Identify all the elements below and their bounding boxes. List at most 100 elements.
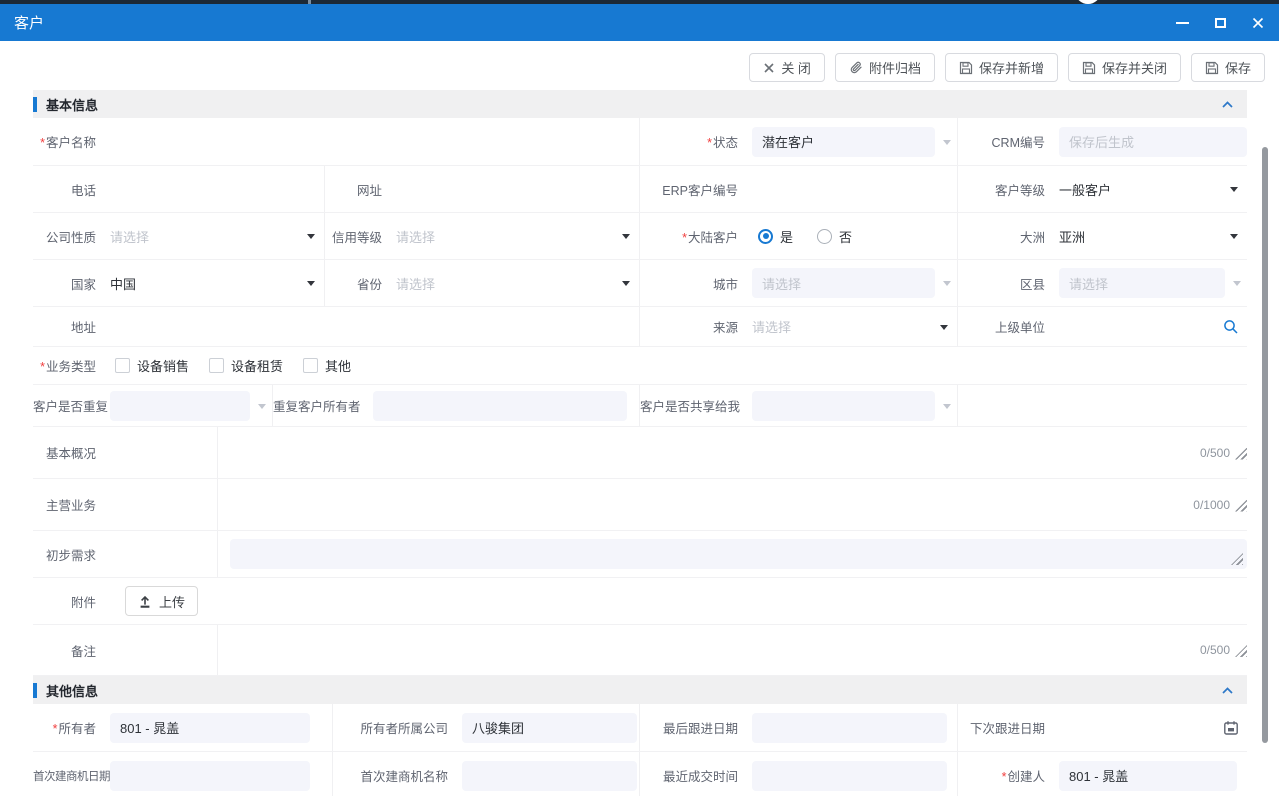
calendar-icon[interactable] [1223,720,1239,736]
continent-select[interactable]: 亚洲 [1052,213,1247,259]
owner-label: 所有者 [33,718,103,737]
checkbox-icon [209,358,224,373]
last-follow-date-input[interactable] [745,704,958,751]
mainland-radio-group: 是 否 [745,213,958,259]
remark-textarea[interactable]: 0/500 [218,625,1247,675]
country-select[interactable]: 中国 [103,260,325,306]
initial-need-label: 初步需求 [33,545,103,564]
first-opportunity-date-label: 首次建商机日期 [33,768,103,784]
parent-unit-lookup[interactable] [1052,307,1247,346]
district-placeholder: 请选择 [1069,274,1108,293]
basic-overview-textarea[interactable]: 0/500 [218,427,1247,478]
field-row: 首次建商机日期 首次建商机名称 最近成交时间 创建人 801 - 晁盖 [33,752,1247,796]
city-label: 城市 [640,274,745,293]
city-select[interactable]: 请选择 [745,260,958,306]
chevron-down-icon [307,281,315,290]
minimize-icon[interactable] [1175,16,1189,30]
phone-label: 电话 [33,180,103,199]
section-other-info: 其他信息 [33,676,1247,704]
action-toolbar: 关 闭 附件归档 保存并新增 保存并关闭 保存 [0,53,1265,82]
main-business-textarea[interactable]: 0/1000 [218,479,1247,530]
window-controls [1175,16,1265,30]
duplicate-owner-input[interactable] [366,385,640,426]
district-select[interactable]: 请选择 [1052,260,1247,306]
field-row: 国家 中国 省份 请选择 城市 请选择 区县 请选择 [33,260,1247,307]
save-icon [1082,61,1096,75]
owner-company-input[interactable]: 八骏集团 [455,704,640,751]
credit-level-placeholder: 请选择 [396,227,435,246]
credit-level-select[interactable]: 请选择 [389,213,640,259]
section-basic-title: 基本信息 [46,95,98,114]
chevron-down-icon [940,325,948,334]
creator-input[interactable]: 801 - 晁盖 [1052,752,1247,796]
first-opportunity-name-input[interactable] [455,752,640,796]
save-close-button-label: 保存并关闭 [1102,58,1167,77]
crm-number-input[interactable]: 保存后生成 [1052,118,1247,165]
chevron-down-icon [1230,234,1238,243]
collapse-chevron-up-icon[interactable] [1221,98,1234,116]
radio-unselected-icon [817,229,832,244]
resize-handle-icon[interactable] [1235,447,1247,459]
radio-yes[interactable]: 是 [758,227,793,246]
resize-handle-icon[interactable] [1235,499,1247,511]
chevron-down-icon [307,234,315,243]
archive-attachment-button[interactable]: 附件归档 [835,53,935,82]
window-title: 客户 [14,12,44,33]
resize-handle-icon[interactable] [1231,553,1243,565]
district-label: 区县 [958,274,1052,293]
city-placeholder: 请选择 [762,274,801,293]
website-input[interactable] [389,166,640,212]
section-accent-bar [33,683,37,698]
erp-number-label: ERP客户编号 [640,180,745,199]
province-select[interactable]: 请选择 [389,260,640,306]
radio-no[interactable]: 否 [817,227,852,246]
customer-level-value: 一般客户 [1059,180,1111,199]
customer-name-input[interactable] [103,118,640,165]
company-nature-select[interactable]: 请选择 [103,213,325,259]
next-follow-date-picker[interactable] [1052,704,1247,751]
phone-input[interactable] [103,166,325,212]
continent-label: 大洲 [958,227,1052,246]
crm-number-label: CRM编号 [958,132,1052,151]
last-deal-time-input[interactable] [745,752,958,796]
checkbox-equipment-rental[interactable]: 设备租赁 [209,356,283,375]
first-opportunity-date-input[interactable] [103,752,333,796]
field-row: 电话 网址 ERP客户编号 客户等级 一般客户 [33,166,1247,213]
country-value: 中国 [110,274,136,293]
address-input[interactable] [103,307,640,346]
upload-button[interactable]: 上传 [125,586,198,616]
customer-form-window: 客户 关 闭 附件归档 保存并新增 保存并关闭 保存 [0,0,1279,796]
province-label: 省份 [325,274,389,293]
initial-need-textarea[interactable] [218,531,1247,577]
close-window-icon[interactable] [1251,16,1265,30]
upload-button-label: 上传 [159,592,185,611]
customer-level-select[interactable]: 一般客户 [1052,166,1247,212]
shared-with-me-select[interactable] [745,385,958,426]
resize-handle-icon[interactable] [1235,645,1247,657]
save-and-new-button[interactable]: 保存并新增 [945,53,1058,82]
scrollbar-thumb[interactable] [1262,147,1268,743]
owner-input[interactable]: 801 - 晁盖 [103,704,333,751]
close-button[interactable]: 关 闭 [749,53,825,82]
status-select[interactable]: 潜在客户 [745,118,958,165]
save-button[interactable]: 保存 [1191,53,1265,82]
char-counter: 0/500 [1200,643,1230,657]
background-arc-fragment [1076,0,1100,4]
checkbox-other[interactable]: 其他 [303,356,351,375]
collapse-chevron-up-icon[interactable] [1221,684,1234,702]
duplicate-customer-select[interactable] [103,385,273,426]
field-row: 业务类型 设备销售 设备租赁 其他 [33,347,1247,385]
divider [103,427,218,478]
divider [103,479,218,530]
checkbox-equipment-sales[interactable]: 设备销售 [115,356,189,375]
search-icon[interactable] [1223,319,1239,335]
erp-number-input[interactable] [745,166,958,212]
save-and-close-button[interactable]: 保存并关闭 [1068,53,1181,82]
company-nature-placeholder: 请选择 [110,227,149,246]
customer-form: 基本信息 客户名称 状态 潜在客户 CRM编号 保存后生成 电话 网址 [33,90,1247,796]
chevron-down-icon [622,234,630,243]
source-select[interactable]: 请选择 [745,307,958,346]
province-placeholder: 请选择 [396,274,435,293]
maximize-icon[interactable] [1213,16,1227,30]
char-counter: 0/500 [1200,446,1230,460]
